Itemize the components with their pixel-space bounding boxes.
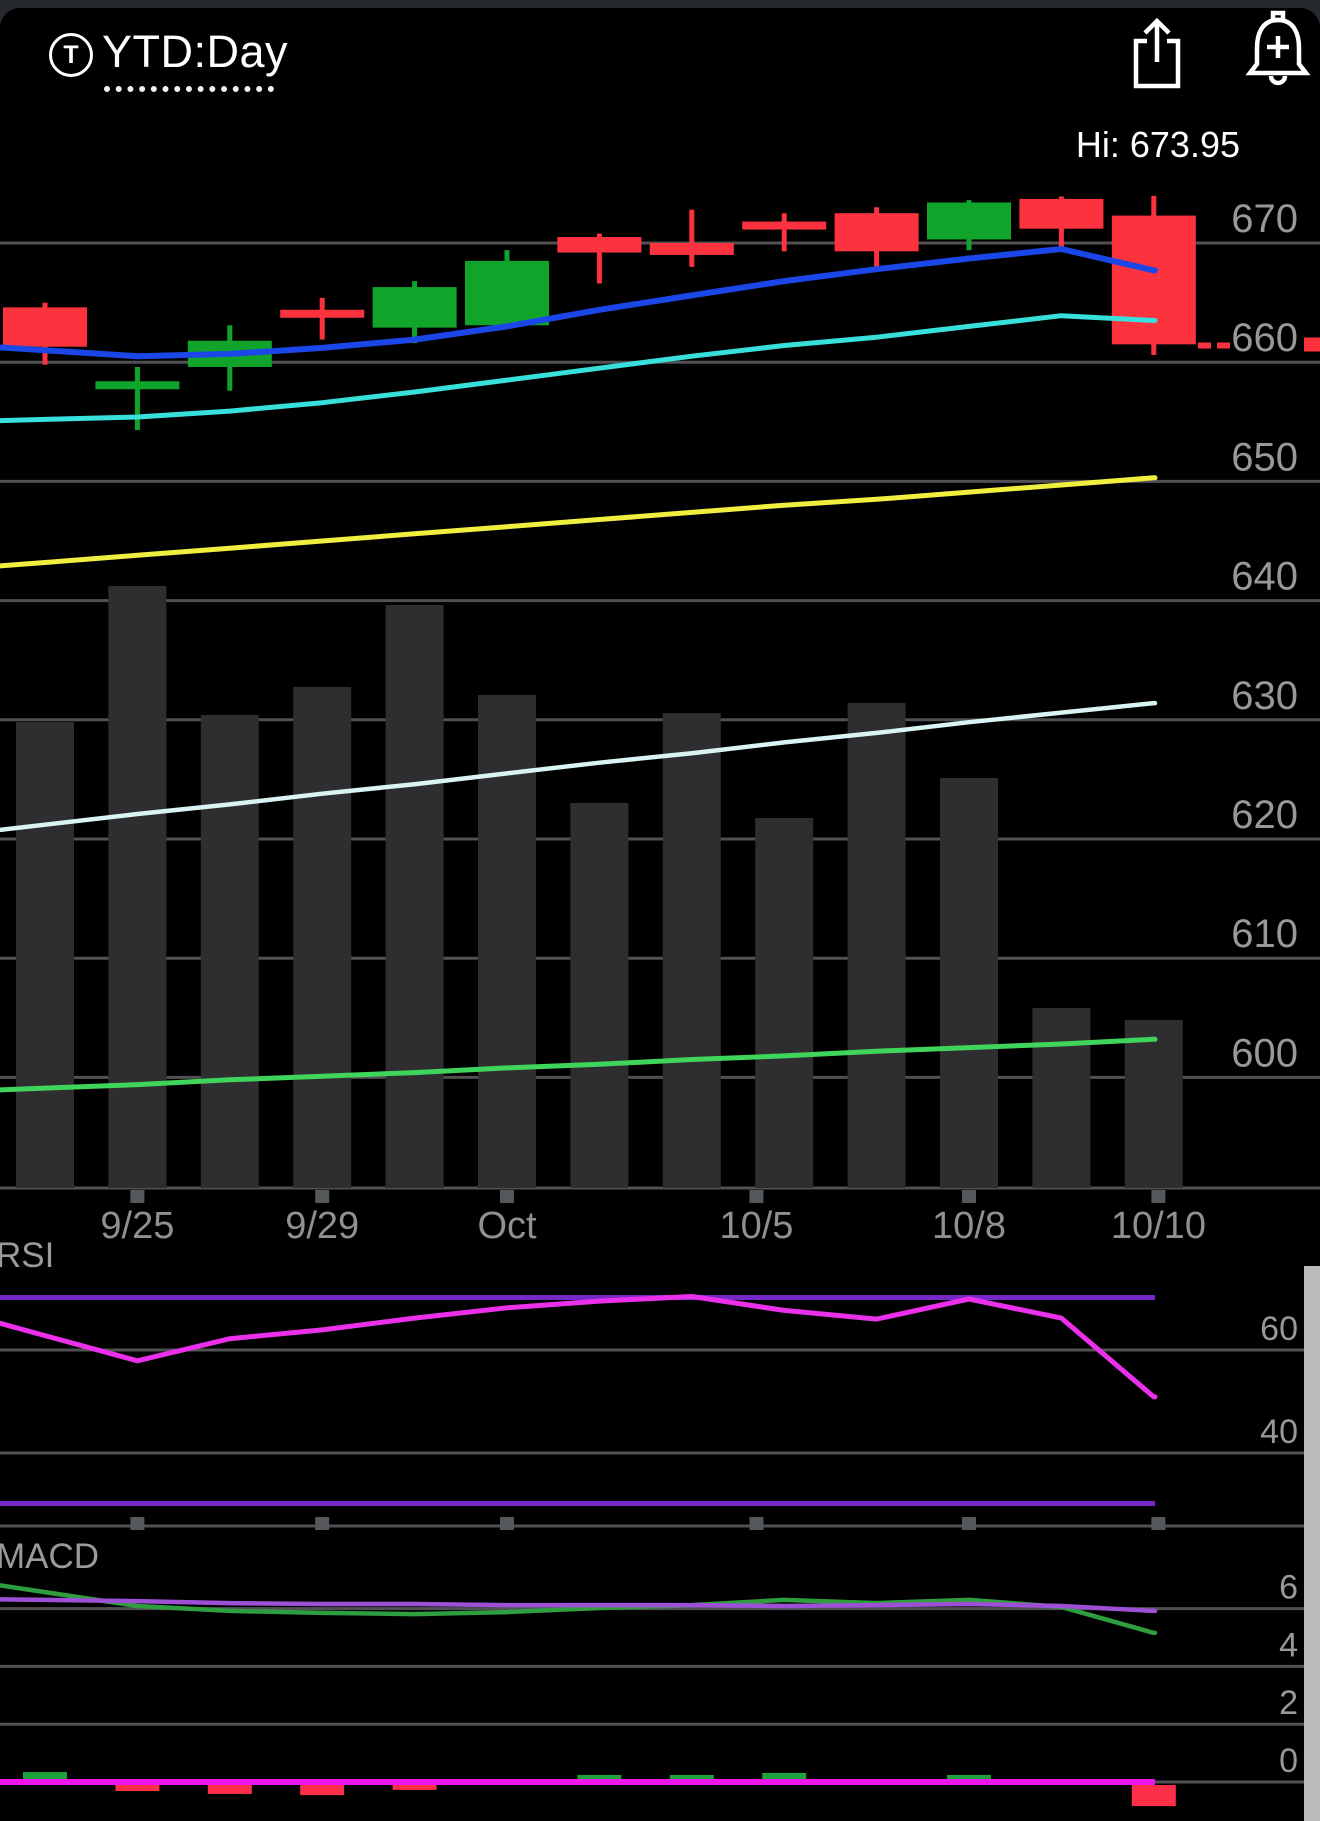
macd-axis-label: 0 bbox=[1279, 1742, 1298, 1780]
date-tick bbox=[1151, 1190, 1166, 1203]
volume-bar bbox=[1124, 1020, 1183, 1188]
macd-axis-label: 2 bbox=[1279, 1684, 1298, 1722]
date-tick bbox=[130, 1517, 145, 1530]
last-price-tag bbox=[1304, 337, 1320, 352]
last-price-dash bbox=[1198, 342, 1211, 349]
date-tick bbox=[500, 1190, 514, 1203]
volume-bar bbox=[662, 713, 721, 1188]
candle-down bbox=[742, 221, 827, 230]
share-icon[interactable] bbox=[1126, 16, 1188, 92]
macd-histogram-bar bbox=[577, 1774, 622, 1779]
macd-histogram-bar bbox=[947, 1774, 991, 1779]
candle-down bbox=[280, 309, 365, 318]
timeframe-selector[interactable]: YTD:Day bbox=[102, 26, 288, 78]
date-label: 10/5 bbox=[719, 1205, 793, 1247]
volume-bar bbox=[108, 586, 167, 1188]
price-axis-label: 600 bbox=[1231, 1031, 1298, 1075]
macd-panel-label: MACD bbox=[0, 1537, 100, 1576]
macd-histogram-bar bbox=[207, 1785, 252, 1794]
bell-plus-icon[interactable] bbox=[1242, 10, 1314, 94]
date-tick bbox=[962, 1517, 976, 1530]
date-tick bbox=[749, 1517, 764, 1530]
date-tick bbox=[315, 1517, 330, 1530]
macd-histogram-bar bbox=[669, 1774, 714, 1779]
candle-up bbox=[927, 202, 1011, 240]
last-price-dash bbox=[1217, 342, 1230, 349]
timeframe-underline bbox=[104, 86, 274, 92]
rsi-axis-label: 40 bbox=[1260, 1413, 1298, 1451]
date-tick bbox=[962, 1190, 976, 1203]
macd-histogram-bar bbox=[115, 1785, 160, 1792]
volume-bar bbox=[293, 687, 352, 1188]
volume-bar bbox=[16, 722, 74, 1188]
date-tick bbox=[1151, 1517, 1166, 1530]
candle-up bbox=[372, 287, 457, 328]
date-tick bbox=[500, 1517, 514, 1530]
ma-cyan bbox=[0, 313, 1158, 424]
macd-histogram-bar bbox=[23, 1772, 67, 1779]
price-axis-label: 640 bbox=[1231, 555, 1298, 599]
macd-histogram-bar bbox=[762, 1772, 807, 1779]
rsi-panel-label: RSI bbox=[0, 1236, 55, 1275]
candle-down bbox=[1019, 198, 1104, 229]
macd-histogram-bar bbox=[392, 1785, 437, 1790]
price-axis-label: 620 bbox=[1231, 793, 1298, 837]
ticker-symbol: T bbox=[63, 40, 79, 69]
ma-blue bbox=[0, 246, 1158, 360]
right-scroll-strip bbox=[1304, 1266, 1320, 1821]
volume-bar bbox=[200, 715, 259, 1188]
volume-bar bbox=[385, 605, 444, 1188]
ticker-badge[interactable]: T bbox=[49, 33, 93, 77]
price-axis-label: 670 bbox=[1231, 197, 1298, 241]
candle-down bbox=[1111, 215, 1196, 345]
date-label: 10/10 bbox=[1111, 1205, 1206, 1247]
candle-down bbox=[3, 307, 87, 347]
macd-histogram-bar bbox=[1131, 1785, 1176, 1807]
rsi-axis-label: 60 bbox=[1260, 1310, 1298, 1348]
date-tick bbox=[130, 1190, 145, 1203]
date-label: Oct bbox=[477, 1205, 537, 1247]
volume-bar bbox=[847, 703, 906, 1188]
candle-down bbox=[557, 237, 642, 253]
volume-bar bbox=[570, 803, 629, 1188]
trading-app-screen: 670 660 650 640 630 620 610 600 60 40 6 4 2 0 9/25 9/29… bbox=[0, 0, 1320, 1821]
volume-bar bbox=[1032, 1008, 1091, 1188]
macd-axis-label: 4 bbox=[1279, 1626, 1298, 1664]
volume-bar bbox=[755, 818, 814, 1188]
ma-yellow bbox=[0, 475, 1158, 569]
candle-up bbox=[95, 381, 180, 390]
candle-up bbox=[465, 260, 549, 326]
date-label: 10/8 bbox=[932, 1205, 1006, 1247]
chart-canvas[interactable]: 670 660 650 640 630 620 610 600 60 40 6 4 2 0 9/25 9/29… bbox=[0, 0, 1320, 1821]
price-axis-label: 660 bbox=[1231, 316, 1298, 360]
macd-histogram-bar bbox=[300, 1785, 345, 1796]
candle-down bbox=[649, 243, 734, 255]
date-tick bbox=[749, 1190, 764, 1203]
price-axis-label: 610 bbox=[1231, 912, 1298, 956]
volume-bar bbox=[940, 778, 998, 1188]
date-tick bbox=[315, 1190, 330, 1203]
price-axis-label: 650 bbox=[1231, 435, 1298, 479]
macd-axis-label: 6 bbox=[1279, 1569, 1298, 1607]
rsi-line bbox=[0, 1294, 1158, 1400]
price-axis-label: 630 bbox=[1231, 674, 1298, 718]
date-label: 9/25 bbox=[100, 1205, 174, 1247]
date-label: 9/29 bbox=[285, 1205, 359, 1247]
candle-down bbox=[834, 213, 919, 252]
high-annotation: Hi: 673.95 bbox=[1075, 124, 1240, 165]
